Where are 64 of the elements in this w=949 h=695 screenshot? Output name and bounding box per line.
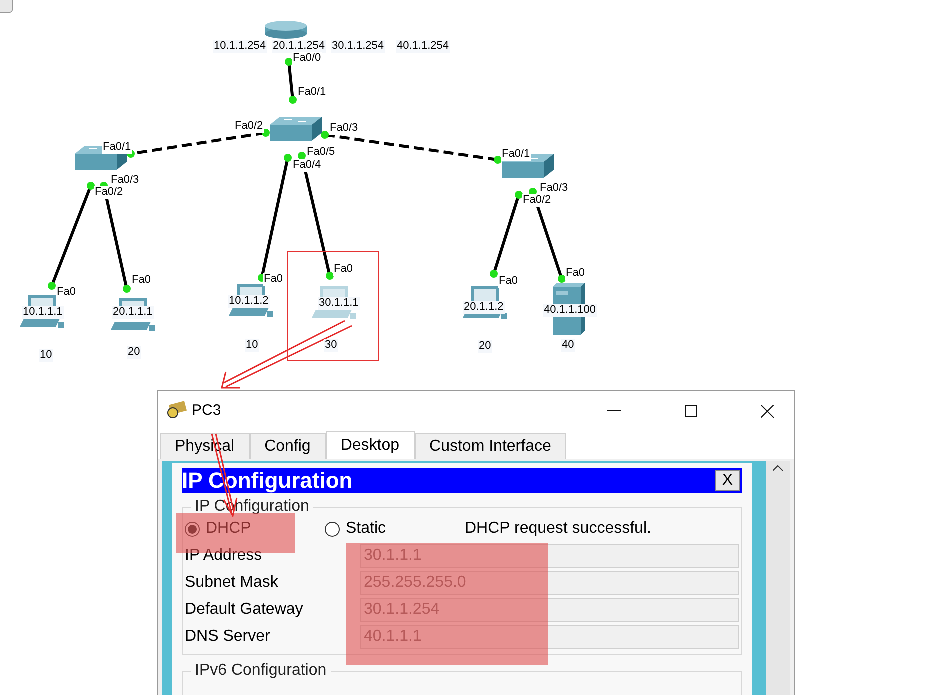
panel-close-button[interactable]: X bbox=[715, 470, 740, 491]
port-status-dot bbox=[284, 154, 292, 162]
ip-address-label: 10.1.1.2 bbox=[228, 295, 270, 308]
ip-address-label: 30.1.1.1 bbox=[318, 297, 360, 310]
port-status-dot bbox=[558, 275, 566, 283]
port-status-dot bbox=[123, 285, 131, 293]
maximize-icon[interactable] bbox=[685, 405, 697, 417]
port-label: Fa0/2 bbox=[522, 194, 552, 207]
port-status-dot bbox=[87, 182, 95, 190]
vlan-label: 20 bbox=[127, 346, 142, 359]
tab[interactable]: Config bbox=[250, 433, 326, 459]
port-status-dot bbox=[298, 152, 306, 160]
port-label: Fa0 bbox=[498, 275, 519, 288]
radio-option[interactable]: Static bbox=[325, 517, 465, 541]
ip-address-label: 40.1.1.100 bbox=[543, 304, 597, 317]
port-label: Fa0/2 bbox=[234, 120, 264, 133]
scrollbar[interactable] bbox=[766, 461, 790, 695]
port-label: Fa0 bbox=[263, 273, 284, 286]
status-message: DHCP request successful. bbox=[465, 519, 652, 539]
tab[interactable]: Custom Interface bbox=[414, 433, 566, 459]
port-label: Fa0/2 bbox=[94, 186, 124, 199]
vlan-label: 10 bbox=[39, 349, 54, 362]
scroll-up-icon[interactable] bbox=[773, 465, 783, 471]
ip-address-label: 20.1.1.1 bbox=[112, 306, 154, 319]
device-icon bbox=[166, 401, 188, 421]
field-label: IP Address bbox=[185, 546, 264, 566]
port-status-dot bbox=[262, 129, 270, 137]
port-status-dot bbox=[289, 96, 297, 104]
ip-address-label: 20.1.1.254 bbox=[272, 40, 326, 53]
port-label: Fa0/4 bbox=[292, 159, 322, 172]
port-label: Fa0 bbox=[333, 263, 354, 276]
ip-address-label: 10.1.1.1 bbox=[22, 306, 64, 319]
vlan-label: 10 bbox=[245, 339, 260, 352]
port-label: Fa0 bbox=[565, 267, 586, 280]
close-icon[interactable] bbox=[761, 404, 774, 418]
switch-icon[interactable] bbox=[270, 117, 322, 141]
router-icon[interactable] bbox=[265, 21, 307, 39]
vlan-label: 30 bbox=[324, 339, 338, 352]
radio-button[interactable] bbox=[185, 522, 200, 536]
vlan-label: 20 bbox=[478, 340, 492, 353]
port-label: Fa0/3 bbox=[329, 122, 360, 135]
ip-address-label: 20.1.1.2 bbox=[463, 301, 505, 314]
port-label: Fa0/0 bbox=[292, 52, 322, 65]
port-status-dot bbox=[515, 191, 523, 199]
port-label: Fa0/1 bbox=[501, 148, 532, 161]
ip-address-label: 30.1.1.254 bbox=[331, 40, 385, 53]
port-status-dot bbox=[326, 272, 334, 280]
field-label: DNS Server bbox=[185, 626, 272, 646]
vlan-label: 40 bbox=[561, 339, 576, 352]
field-label: Default Gateway bbox=[185, 600, 304, 620]
ip-address-label: 40.1.1.254 bbox=[396, 40, 450, 53]
port-label: Fa0/1 bbox=[102, 141, 132, 154]
ip-address-label: 10.1.1.254 bbox=[213, 40, 267, 53]
radio-option[interactable]: DHCP bbox=[185, 517, 325, 541]
port-status-dot bbox=[490, 270, 498, 278]
radio-button[interactable] bbox=[325, 522, 340, 536]
field-label: Subnet Mask bbox=[185, 572, 280, 592]
tab[interactable]: Desktop bbox=[326, 431, 415, 459]
port-status-dot bbox=[494, 156, 502, 164]
window-title: PC3 bbox=[192, 400, 222, 421]
port-status-dot bbox=[285, 58, 293, 66]
group-legend: IPv6 Configuration bbox=[191, 661, 331, 681]
port-status-dot bbox=[321, 131, 329, 139]
port-status-dot bbox=[48, 282, 56, 290]
